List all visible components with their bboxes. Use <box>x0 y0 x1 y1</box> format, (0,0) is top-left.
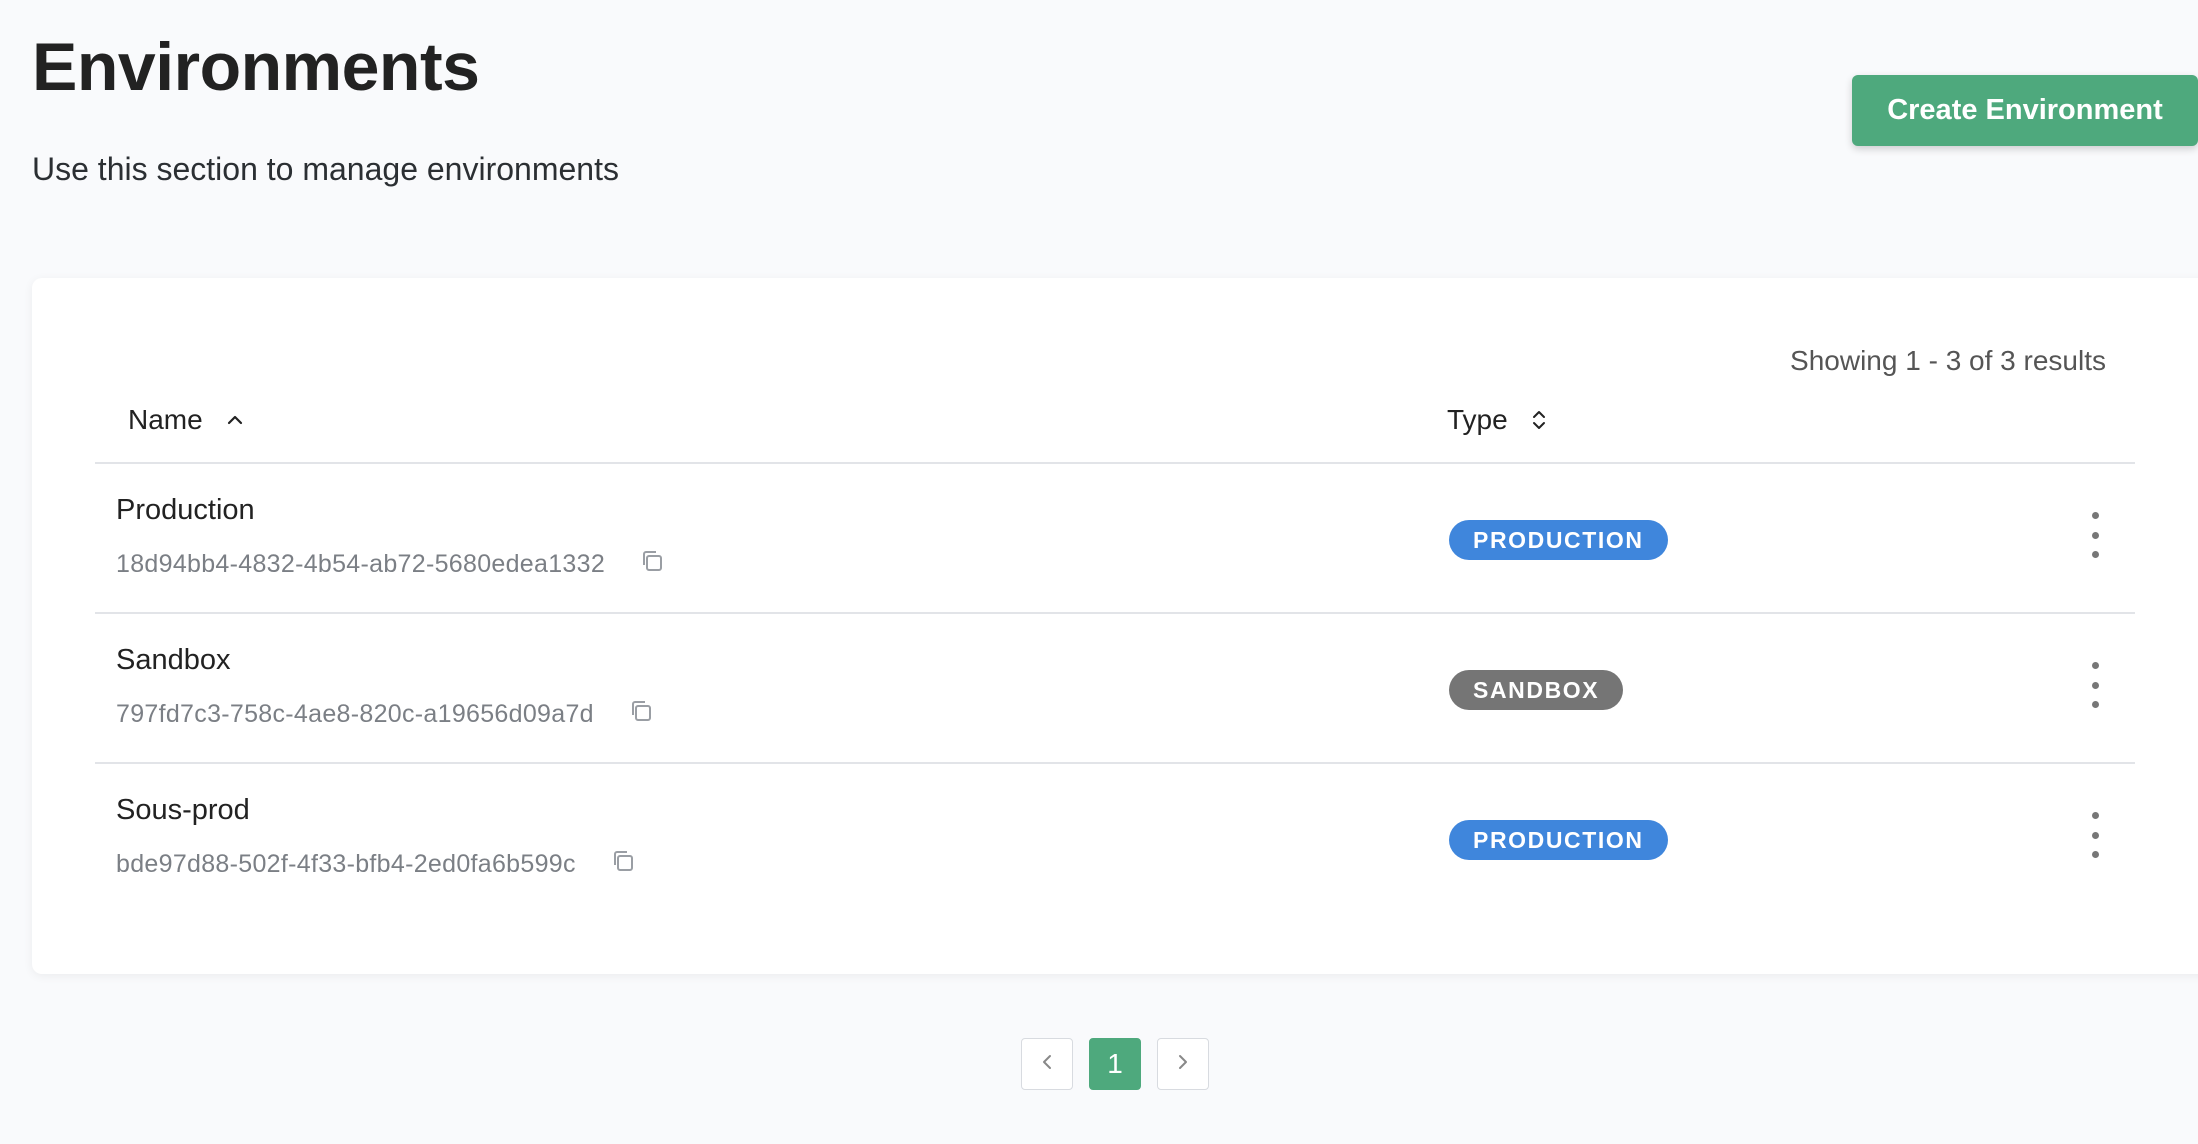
page-subtitle: Use this section to manage environments <box>32 151 619 187</box>
more-options-icon[interactable] <box>2080 512 2110 558</box>
chevron-right-icon <box>1176 1052 1190 1077</box>
environment-id: 797fd7c3-758c-4ae8-820c-a19656d09a7d <box>116 698 654 731</box>
environment-id-text: 18d94bb4-4832-4b54-ab72-5680edea1332 <box>116 550 606 578</box>
environment-id: 18d94bb4-4832-4b54-ab72-5680edea1332 <box>116 548 665 581</box>
table-row: Sous-prod bde97d88-502f-4f33-bfb4-2ed0fa… <box>95 764 2135 912</box>
table-header: Name Type <box>95 390 2135 464</box>
environment-id-text: 797fd7c3-758c-4ae8-820c-a19656d09a7d <box>116 700 594 728</box>
chevron-left-icon <box>1040 1052 1054 1077</box>
pagination-next-button[interactable] <box>1157 1038 1209 1090</box>
environment-name: Sandbox <box>116 644 231 676</box>
table-row: Production 18d94bb4-4832-4b54-ab72-5680e… <box>95 464 2135 614</box>
pagination-prev-button[interactable] <box>1021 1038 1073 1090</box>
type-badge: SANDBOX <box>1449 670 1624 710</box>
table-row: Sandbox 797fd7c3-758c-4ae8-820c-a19656d0… <box>95 614 2135 764</box>
column-label-type: Type <box>1447 404 1508 435</box>
type-badge: PRODUCTION <box>1449 520 1668 560</box>
environment-name: Sous-prod <box>116 794 250 826</box>
environment-id: bde97d88-502f-4f33-bfb4-2ed0fa6b599c <box>116 848 636 881</box>
more-options-icon[interactable] <box>2080 812 2110 858</box>
copy-icon[interactable] <box>639 548 665 581</box>
type-badge: PRODUCTION <box>1449 820 1668 860</box>
environment-name: Production <box>116 494 255 526</box>
sort-ascending-icon <box>225 413 245 427</box>
copy-icon[interactable] <box>628 698 654 731</box>
column-header-type[interactable]: Type <box>1447 404 1548 436</box>
more-options-icon[interactable] <box>2080 662 2110 708</box>
pagination-page-button[interactable]: 1 <box>1089 1038 1141 1090</box>
results-count: Showing 1 - 3 of 3 results <box>1790 345 2106 376</box>
column-header-name[interactable]: Name <box>128 404 245 436</box>
create-environment-button[interactable]: Create Environment <box>1852 75 2198 146</box>
column-label-name: Name <box>128 404 203 435</box>
page-title: Environments <box>32 29 480 105</box>
sort-unsorted-icon <box>1530 407 1548 433</box>
copy-icon[interactable] <box>610 848 636 881</box>
environment-id-text: bde97d88-502f-4f33-bfb4-2ed0fa6b599c <box>116 850 576 878</box>
